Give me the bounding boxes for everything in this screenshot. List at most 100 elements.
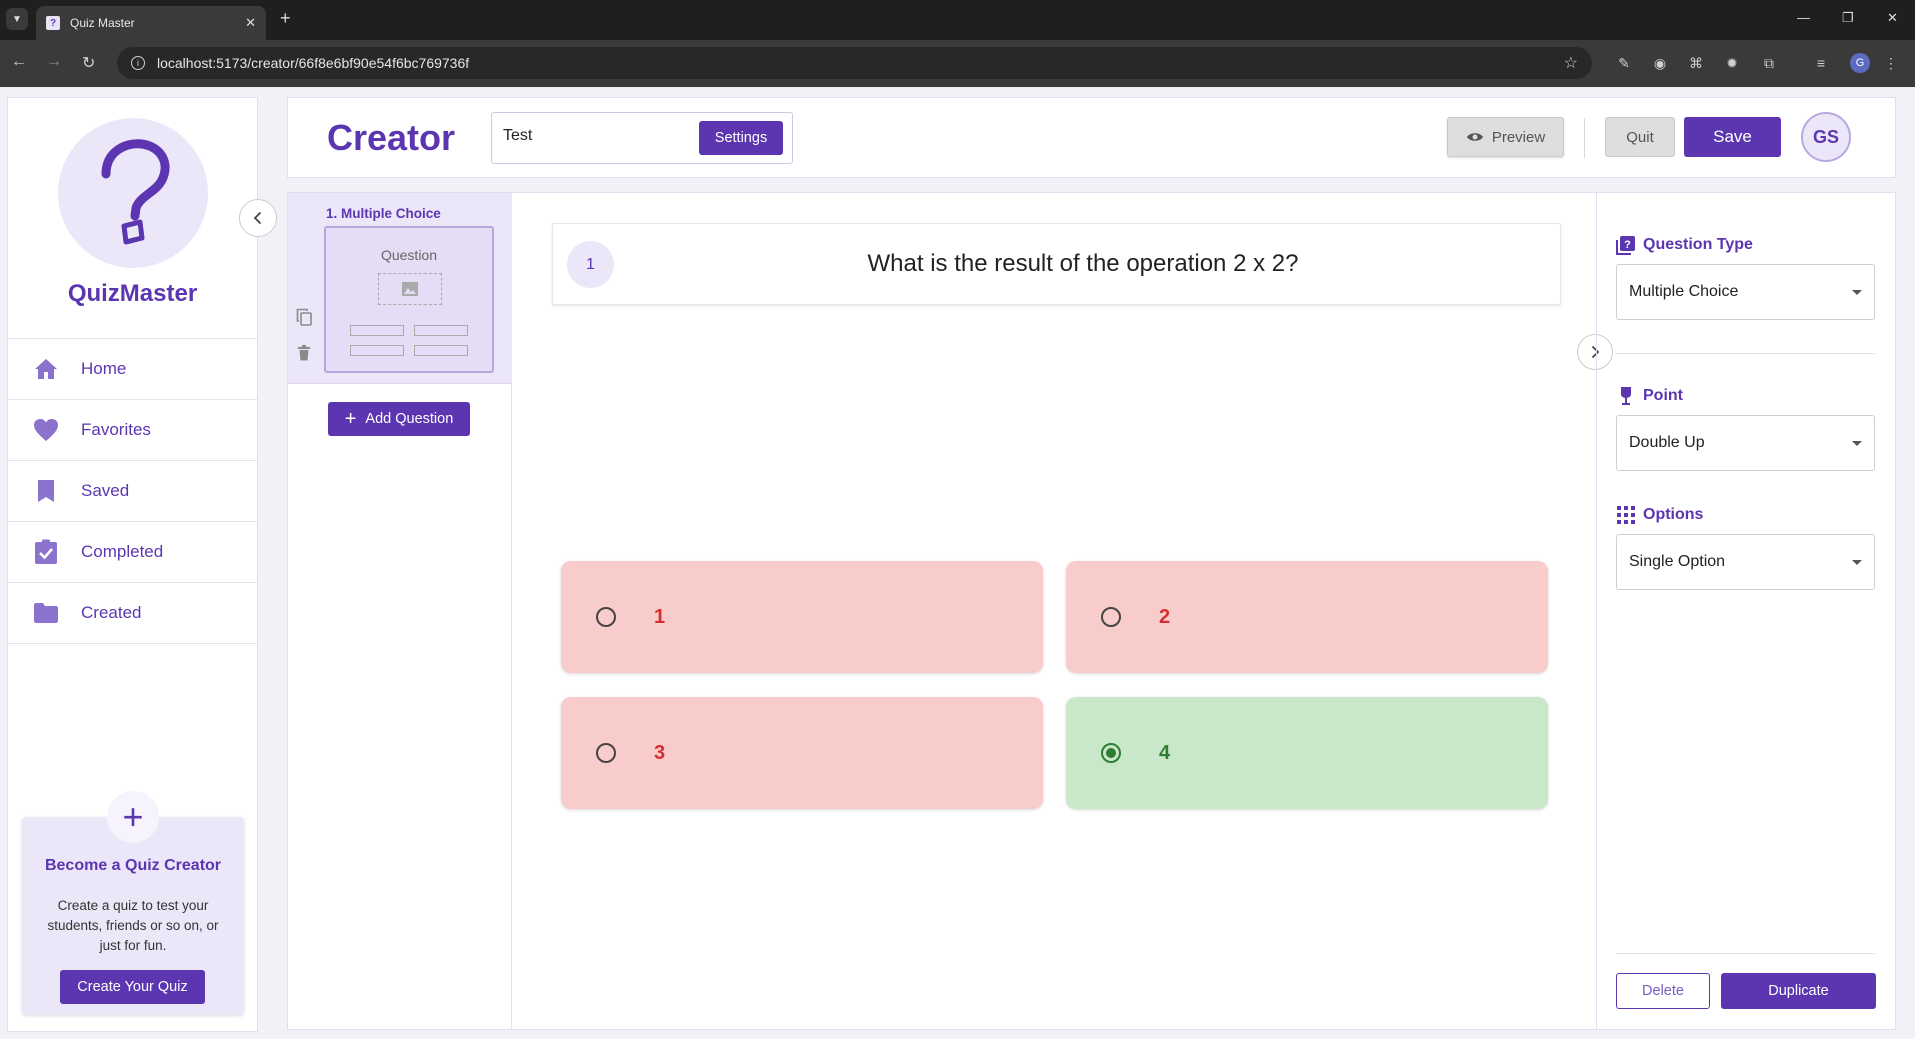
- sidebar-item-home[interactable]: Home: [8, 338, 257, 399]
- question-thumbnail[interactable]: Question: [324, 226, 494, 373]
- save-button[interactable]: Save: [1684, 117, 1781, 157]
- options-select[interactable]: Single Option: [1616, 534, 1875, 590]
- sidebar: QuizMaster Home Favorites Saved Complete…: [7, 97, 258, 1032]
- sidebar-item-saved[interactable]: Saved: [8, 460, 257, 521]
- radio-button[interactable]: [596, 607, 616, 627]
- answer-option-3[interactable]: 3: [561, 697, 1043, 809]
- dropdown-caret-icon: [1852, 560, 1862, 565]
- collapse-sidebar-button[interactable]: [239, 199, 277, 237]
- sidebar-item-favorites[interactable]: Favorites: [8, 399, 257, 460]
- user-avatar[interactable]: GS: [1801, 112, 1851, 162]
- answer-option-4[interactable]: 4: [1066, 697, 1548, 809]
- svg-text:?: ?: [1624, 239, 1631, 251]
- copy-icon[interactable]: [295, 308, 313, 326]
- forward-icon[interactable]: →: [46, 53, 62, 71]
- card-description: Create a quiz to test your students, fri…: [47, 898, 219, 953]
- circle-extension-icon[interactable]: ◉: [1651, 54, 1669, 72]
- back-icon[interactable]: ←: [11, 53, 27, 71]
- browser-tab[interactable]: ? Quiz Master ✕: [36, 6, 266, 40]
- dropdown-caret-icon: [1852, 441, 1862, 446]
- logo-question-mark-icon: [58, 118, 208, 268]
- preview-label: Preview: [1491, 128, 1546, 146]
- radio-button[interactable]: [1101, 607, 1121, 627]
- question-type-select[interactable]: Multiple Choice: [1616, 264, 1875, 320]
- answer-text[interactable]: 1: [654, 606, 665, 629]
- sidebar-item-completed[interactable]: Completed: [8, 521, 257, 582]
- options-value: Single Option: [1629, 553, 1726, 570]
- bookmark-icon: [33, 478, 59, 504]
- site-info-icon[interactable]: i: [131, 56, 145, 70]
- question-item-label: 1. Multiple Choice: [326, 206, 441, 221]
- profile-avatar[interactable]: G: [1850, 53, 1870, 73]
- become-creator-card: + Become a Quiz Creator Create a quiz to…: [22, 791, 244, 1015]
- close-tab-icon[interactable]: ✕: [245, 15, 256, 31]
- radio-button[interactable]: [596, 743, 616, 763]
- answer-option-1[interactable]: 1: [561, 561, 1043, 673]
- new-tab-button[interactable]: +: [280, 8, 291, 29]
- answer-text[interactable]: 3: [654, 742, 665, 765]
- address-bar[interactable]: i localhost:5173/creator/66f8e6bf90e54f6…: [117, 47, 1592, 79]
- quiz-title-field: Settings: [491, 112, 793, 164]
- delete-question-button[interactable]: Delete: [1616, 973, 1710, 1009]
- question-type-icon: ?: [1616, 235, 1636, 255]
- restore-icon[interactable]: ❐: [1842, 10, 1854, 26]
- tab-search-button[interactable]: ▼: [6, 8, 28, 30]
- question-text-bar[interactable]: 1 What is the result of the operation 2 …: [552, 223, 1561, 305]
- duplicate-question-button[interactable]: Duplicate: [1721, 973, 1876, 1009]
- thumbnail-option: [414, 325, 468, 336]
- url-text: localhost:5173/creator/66f8e6bf90e54f6bc…: [157, 55, 470, 71]
- create-your-quiz-button[interactable]: Create Your Quiz: [60, 970, 205, 1004]
- settings-button[interactable]: Settings: [699, 121, 783, 155]
- trash-icon[interactable]: [295, 344, 313, 362]
- code-extension-icon[interactable]: ⌘: [1687, 54, 1705, 72]
- sidebar-divider: [8, 643, 257, 644]
- media-controls-icon[interactable]: ≡: [1812, 54, 1830, 72]
- close-window-icon[interactable]: ✕: [1887, 10, 1898, 26]
- grid-icon: [1616, 505, 1636, 525]
- answer-text[interactable]: 2: [1159, 606, 1170, 629]
- question-list-item[interactable]: 1. Multiple Choice Question: [288, 193, 512, 384]
- sidebar-item-label: Saved: [81, 481, 130, 500]
- editor-workspace: 1. Multiple Choice Question + Add Questi…: [287, 192, 1896, 1030]
- panel-divider: [1616, 353, 1875, 354]
- creator-header: Creator Settings Preview Quit Save GS: [287, 97, 1896, 178]
- card-title: Become a Quiz Creator: [44, 857, 222, 874]
- quiz-title-input[interactable]: [503, 127, 673, 145]
- sidebar-item-created[interactable]: Created: [8, 582, 257, 643]
- reload-icon[interactable]: ↻: [82, 53, 95, 73]
- question-settings-panel: ? Question Type Multiple Choice Point Do…: [1596, 193, 1895, 1029]
- plus-icon: +: [344, 408, 357, 430]
- bookmark-star-icon[interactable]: ☆: [1564, 53, 1578, 73]
- thumbnail-question-label: Question: [380, 247, 438, 263]
- question-text[interactable]: What is the result of the operation 2 x …: [633, 250, 1533, 278]
- menu-dots-icon[interactable]: ⋮: [1882, 54, 1900, 72]
- minimize-icon[interactable]: —: [1797, 10, 1810, 25]
- plus-icon: +: [107, 791, 159, 843]
- home-icon: [33, 356, 59, 382]
- brand-name: QuizMaster: [67, 280, 198, 307]
- puzzle-extensions-icon[interactable]: ⧉: [1760, 54, 1778, 72]
- question-list: 1. Multiple Choice Question + Add Questi…: [288, 193, 512, 1029]
- answer-option-2[interactable]: 2: [1066, 561, 1548, 673]
- preview-button[interactable]: Preview: [1447, 117, 1564, 157]
- folder-icon: [33, 600, 59, 626]
- page-title: Creator: [327, 117, 456, 158]
- sidebar-item-label: Favorites: [81, 420, 151, 439]
- eyedropper-extension-icon[interactable]: ✎: [1615, 54, 1633, 72]
- bug-extension-icon[interactable]: ✹: [1723, 54, 1741, 72]
- dropdown-caret-icon: [1852, 290, 1862, 295]
- point-value: Double Up: [1629, 434, 1705, 451]
- thumbnail-option: [350, 345, 404, 356]
- trophy-icon: [1616, 386, 1636, 406]
- add-question-button[interactable]: + Add Question: [328, 402, 470, 436]
- chevron-left-icon: [253, 211, 262, 225]
- sidebar-item-label: Created: [81, 603, 142, 622]
- header-divider: [1584, 118, 1585, 158]
- sidebar-item-label: Completed: [81, 542, 164, 561]
- answer-text[interactable]: 4: [1159, 742, 1170, 765]
- quit-button[interactable]: Quit: [1605, 117, 1675, 157]
- radio-button-selected[interactable]: [1101, 743, 1121, 763]
- point-select[interactable]: Double Up: [1616, 415, 1875, 471]
- eye-icon: [1466, 133, 1483, 141]
- add-question-label: Add Question: [365, 411, 454, 427]
